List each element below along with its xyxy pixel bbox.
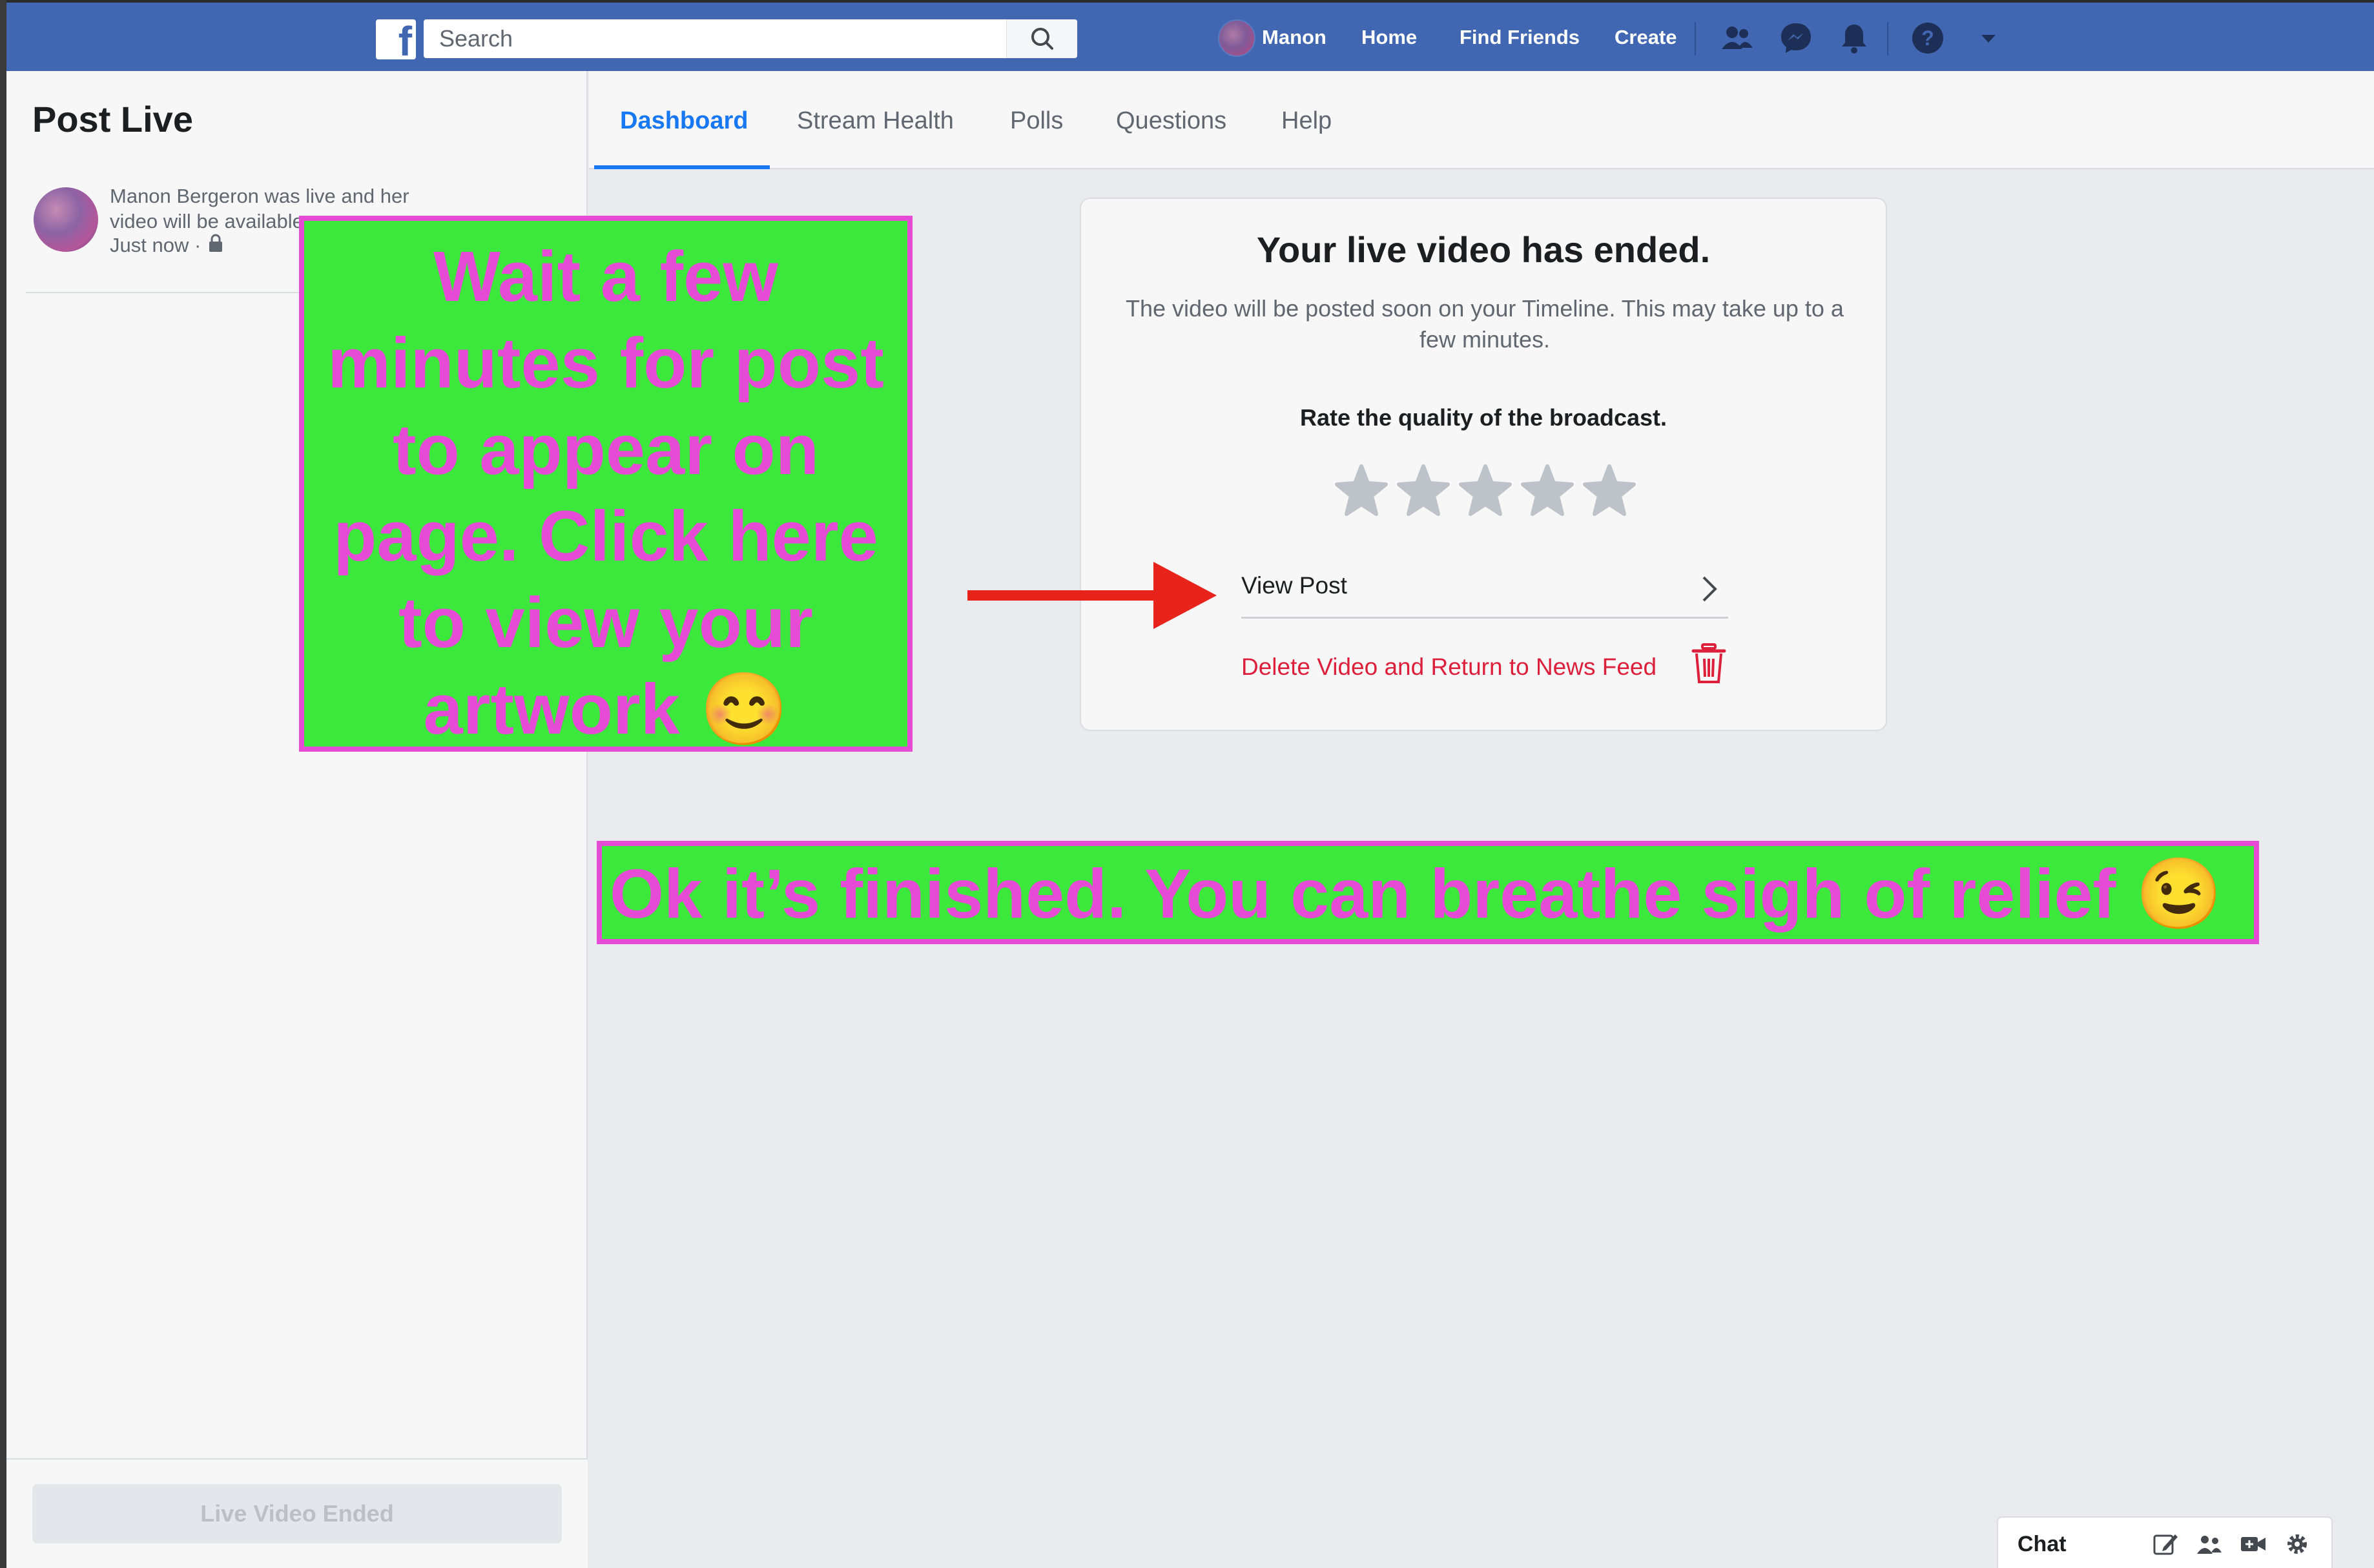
search-button[interactable] <box>1006 19 1077 58</box>
arrow-annotation <box>967 562 1217 629</box>
post-timestamp: Just now · <box>110 234 225 257</box>
nav-separator <box>1887 22 1888 56</box>
search-icon <box>1031 28 1053 50</box>
tab-help[interactable]: Help <box>1281 107 1332 135</box>
nav-create[interactable]: Create <box>1615 26 1677 49</box>
card-title: Your live video has ended. <box>1256 229 1711 270</box>
nav-home[interactable]: Home <box>1361 26 1417 49</box>
live-ended-card: Your live video has ended. The video wil… <box>1080 198 1887 731</box>
post-time-text: Just now · <box>110 234 201 256</box>
nav-separator <box>1695 22 1696 56</box>
star-icon[interactable] <box>1395 462 1452 519</box>
create-group-icon[interactable] <box>2194 1529 2224 1559</box>
annotation-note: Wait a few minutes for post to appear on… <box>299 216 913 752</box>
notifications-icon[interactable] <box>1834 18 1874 58</box>
settings-icon[interactable] <box>2282 1529 2312 1559</box>
help-icon[interactable]: ? <box>1908 18 1948 58</box>
star-icon[interactable] <box>1519 462 1576 519</box>
lock-icon <box>209 234 222 252</box>
star-icon[interactable] <box>1457 462 1514 519</box>
rating-label: Rate the quality of the broadcast. <box>1299 404 1667 431</box>
annotation-note-text: Wait a few minutes for post to appear on… <box>327 237 884 749</box>
tab-polls[interactable]: Polls <box>1010 107 1063 135</box>
window-edge <box>0 0 6 1568</box>
post-avatar[interactable] <box>34 187 98 252</box>
user-avatar[interactable] <box>1218 19 1255 57</box>
tab-questions[interactable]: Questions <box>1116 107 1226 135</box>
trash-icon[interactable] <box>1689 642 1728 685</box>
annotation-banner-text: Ok it’s finished. You can breathe sigh o… <box>610 854 2222 933</box>
tab-dashboard[interactable]: Dashboard <box>620 107 748 135</box>
tab-stream-health[interactable]: Stream Health <box>797 107 954 135</box>
search-input[interactable] <box>439 19 1033 58</box>
active-tab-indicator <box>594 165 770 169</box>
nav-find-friends[interactable]: Find Friends <box>1460 26 1580 49</box>
messenger-icon[interactable] <box>1776 18 1816 58</box>
card-subtitle: The video will be posted soon on your Ti… <box>1126 295 1844 353</box>
chat-label: Chat <box>2018 1532 2067 1556</box>
star-icon[interactable] <box>1333 462 1390 519</box>
top-navigation-bar: f Manon Home Find Friends Create <box>6 0 2374 71</box>
delete-video-link[interactable]: Delete Video and Return to News Feed <box>1241 654 1657 681</box>
tab-bar: Dashboard Stream Health Polls Questions … <box>589 71 2374 169</box>
svg-text:?: ? <box>1921 26 1934 50</box>
nav-user-name[interactable]: Manon <box>1262 26 1326 49</box>
friends-icon[interactable] <box>1717 18 1757 58</box>
annotation-banner: Ok it’s finished. You can breathe sigh o… <box>597 841 2259 944</box>
search-box <box>424 19 1077 58</box>
page: f Manon Home Find Friends Create <box>0 0 2374 1568</box>
new-message-icon[interactable] <box>2151 1529 2180 1559</box>
video-call-icon[interactable] <box>2238 1529 2268 1559</box>
left-panel-footer: Live Video Ended <box>6 1458 588 1568</box>
facebook-logo-icon[interactable]: f <box>376 19 416 62</box>
caret-down-icon[interactable] <box>1968 18 2008 58</box>
page-title: Post Live <box>32 99 193 139</box>
view-post-label: View Post <box>1241 572 1347 599</box>
live-video-ended-button[interactable]: Live Video Ended <box>32 1484 562 1543</box>
chat-bar[interactable]: Chat <box>1997 1516 2333 1568</box>
view-post-row[interactable]: View Post <box>1241 561 1728 619</box>
star-icon[interactable] <box>1581 462 1638 519</box>
chevron-right-icon <box>1702 576 1717 602</box>
